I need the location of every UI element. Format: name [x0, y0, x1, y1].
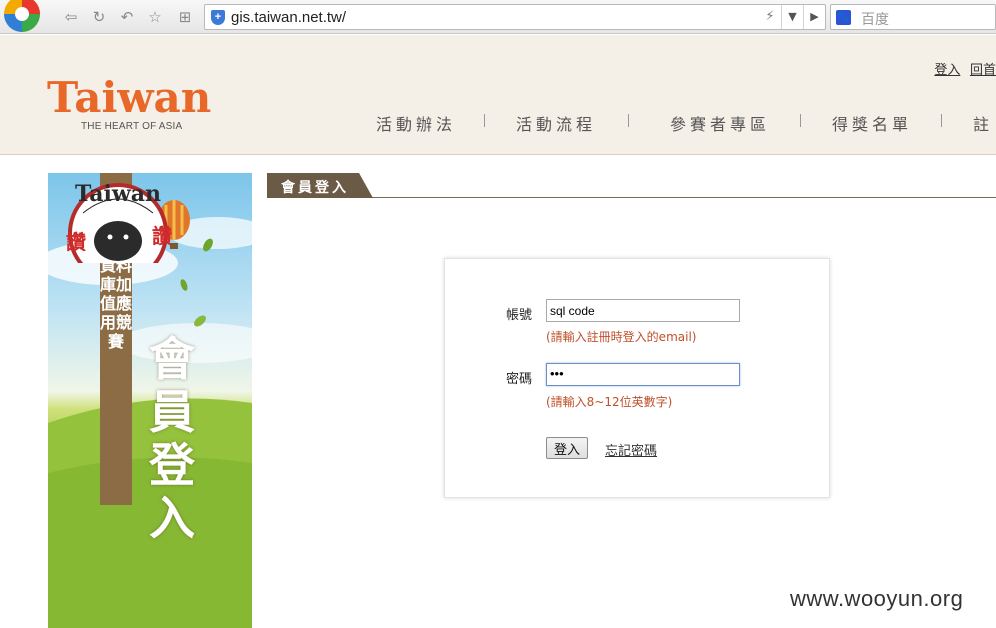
bear-icon	[94, 221, 142, 261]
back-arrow-icon[interactable]: ⇦	[62, 8, 80, 26]
watermark: www.wooyun.org	[790, 586, 964, 611]
login-form: 帳號 (請輸入註冊時登入的email) 密碼 ••• (請輸入8~12位英數字)…	[444, 258, 830, 498]
dropdown-arrow-icon[interactable]: ▼	[781, 5, 803, 29]
nav-divider	[484, 114, 485, 127]
badge-char-left: 讚	[66, 230, 86, 254]
nav-item-winners[interactable]: 得獎名單	[832, 111, 912, 135]
go-arrow-icon[interactable]: ▶	[803, 5, 825, 29]
section-tab-label: 會員登入	[281, 180, 349, 196]
lightning-icon[interactable]: ⚡	[759, 5, 781, 29]
nav-item-rules[interactable]: 活動辦法	[376, 111, 456, 135]
nav-item-register[interactable]: 註	[973, 111, 993, 135]
banner-title: 會員登入	[149, 332, 195, 545]
taiwan-logo[interactable]: Taiwan THE HEART OF ASIA	[47, 75, 217, 145]
search-placeholder: 百度	[861, 11, 889, 27]
address-text[interactable]: gis.taiwan.net.tw/	[231, 9, 346, 26]
account-label: 帳號	[506, 308, 533, 323]
logo-tagline: THE HEART OF ASIA	[81, 121, 183, 132]
address-bar[interactable]: + gis.taiwan.net.tw/ ⚡ ▼ ▶	[204, 4, 826, 30]
undo-icon[interactable]: ↶	[118, 8, 136, 26]
password-label: 密碼	[506, 372, 533, 387]
top-links: 登入 回首	[928, 59, 996, 78]
password-hint: (請輸入8~12位英數字)	[546, 395, 673, 409]
star-icon[interactable]: ☆	[146, 8, 164, 26]
paw-icon: 🐾	[836, 10, 851, 25]
refresh-icon[interactable]: ↻	[90, 8, 108, 26]
taiwan-praise-badge: Taiwan 讚 讚	[66, 181, 172, 263]
browser-toolbar: ⇦ ↻ ↶ ☆ ⊞ + gis.taiwan.net.tw/ ⚡ ▼ ▶ 🐾 百…	[0, 0, 996, 34]
nav-item-process[interactable]: 活動流程	[516, 111, 596, 135]
account-hint: (請輸入註冊時登入的email)	[546, 330, 697, 344]
login-button[interactable]: 登入	[546, 437, 588, 459]
login-link[interactable]: 登入	[934, 62, 960, 77]
member-login-banner: 臺灣觀光資訊資料庫加值應用競賽 會員登入 Taiwan 讚 讚	[48, 173, 252, 628]
logo-text: Taiwan	[47, 73, 212, 122]
nav-divider	[628, 114, 629, 127]
shield-icon: +	[211, 10, 225, 25]
nav-divider	[941, 114, 942, 127]
section-divider	[267, 197, 996, 198]
nav-item-participants[interactable]: 參賽者專區	[670, 111, 770, 135]
browser-logo-icon	[4, 0, 40, 32]
home-link[interactable]: 回首	[970, 62, 996, 77]
badge-char-right: 讚	[152, 224, 172, 248]
password-input[interactable]: •••	[546, 363, 740, 386]
grid-icon[interactable]: ⊞	[176, 8, 194, 26]
search-input[interactable]: 🐾 百度	[830, 4, 996, 30]
account-input[interactable]	[546, 299, 740, 322]
badge-text: Taiwan	[75, 181, 161, 207]
forgot-password-link[interactable]: 忘記密碼	[605, 440, 657, 459]
nav-divider	[800, 114, 801, 127]
site-header: Taiwan THE HEART OF ASIA 登入 回首 活動辦法 活動流程…	[0, 35, 996, 155]
